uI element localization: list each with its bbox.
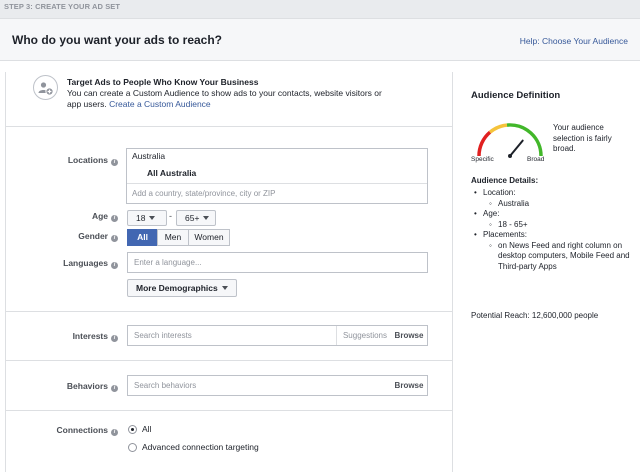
detail-placements-label: Placements: bbox=[471, 230, 636, 241]
divider bbox=[6, 311, 452, 312]
location-country: Australia bbox=[132, 151, 166, 161]
languages-label: Languages i bbox=[63, 258, 118, 269]
age-min-select[interactable]: 18 bbox=[127, 210, 167, 226]
info-icon[interactable]: i bbox=[111, 262, 118, 269]
panel-header: Who do you want your ads to reach? Help:… bbox=[0, 19, 640, 61]
audience-summary: Your audience selection is fairly broad. bbox=[553, 123, 612, 153]
info-icon[interactable]: i bbox=[111, 385, 118, 392]
divider bbox=[6, 410, 452, 411]
add-people-icon bbox=[33, 75, 58, 100]
interests-search-input[interactable]: Search interests bbox=[134, 331, 192, 340]
gender-label: Gender i bbox=[78, 231, 118, 242]
connections-advanced-radio[interactable] bbox=[128, 443, 137, 452]
audience-details-title: Audience Details: bbox=[471, 176, 539, 185]
page-title: Who do you want your ads to reach? bbox=[12, 33, 223, 47]
location-search-input[interactable]: Add a country, state/province, city or Z… bbox=[127, 183, 427, 204]
step-label: STEP 3: CREATE YOUR AD SET bbox=[4, 2, 121, 11]
age-label: Age i bbox=[92, 211, 118, 222]
gauge-needle bbox=[509, 139, 524, 157]
info-icon[interactable]: i bbox=[111, 235, 118, 242]
info-icon[interactable]: i bbox=[111, 159, 118, 166]
behaviors-search-input[interactable]: Search behaviors bbox=[134, 381, 196, 390]
interests-label: Interests i bbox=[73, 331, 118, 342]
detail-age-label: Age: bbox=[471, 209, 636, 220]
behaviors-search-field[interactable]: Search behaviors Browse bbox=[127, 375, 428, 396]
connections-all-radio[interactable] bbox=[128, 425, 137, 434]
gender-men-button[interactable]: Men bbox=[157, 229, 189, 246]
gauge-broad-label: Broad bbox=[527, 156, 545, 163]
age-dash: - bbox=[169, 211, 172, 221]
gauge-pivot bbox=[508, 154, 512, 158]
info-icon[interactable]: i bbox=[111, 215, 118, 222]
connections-label: Connections i bbox=[57, 425, 118, 436]
interests-browse-button[interactable]: Browse bbox=[391, 326, 427, 345]
info-icon[interactable]: i bbox=[111, 335, 118, 342]
gender-women-button[interactable]: Women bbox=[188, 229, 230, 246]
help-link[interactable]: Help: Choose Your Audience bbox=[520, 36, 628, 46]
language-input[interactable]: Enter a language... bbox=[127, 252, 428, 273]
chevron-down-icon bbox=[149, 216, 156, 220]
behaviors-label: Behaviors i bbox=[67, 381, 118, 392]
custom-audience-title: Target Ads to People Who Know Your Busin… bbox=[67, 77, 259, 87]
detail-location-label: Location: bbox=[471, 188, 636, 199]
connections-all-label[interactable]: All bbox=[142, 424, 151, 434]
audience-gauge-icon bbox=[477, 123, 543, 158]
location-selected[interactable]: All Australia bbox=[147, 168, 196, 178]
locations-box: Australia All Australia Add a country, s… bbox=[126, 148, 428, 204]
custom-audience-box: Target Ads to People Who Know Your Busin… bbox=[6, 72, 452, 127]
gauge-specific-label: Specific bbox=[471, 156, 494, 163]
chevron-down-icon bbox=[221, 286, 228, 290]
interests-search-field[interactable]: Search interests Suggestions Browse bbox=[127, 325, 428, 346]
detail-location-value: Australia bbox=[471, 199, 636, 210]
create-custom-audience-link[interactable]: Create a Custom Audience bbox=[109, 99, 211, 109]
audience-details-list: Location: Australia Age: 18 - 65+ Placem… bbox=[471, 188, 636, 272]
chevron-down-icon bbox=[203, 216, 210, 220]
connections-advanced-label[interactable]: Advanced connection targeting bbox=[142, 442, 259, 452]
custom-audience-description: You can create a Custom Audience to show… bbox=[67, 88, 382, 109]
age-max-select[interactable]: 65+ bbox=[176, 210, 216, 226]
potential-reach: Potential Reach: 12,600,000 people bbox=[471, 311, 599, 320]
audience-definition-title: Audience Definition bbox=[471, 90, 561, 101]
gender-selector: All Men Women bbox=[127, 229, 230, 246]
detail-placements-value: on News Feed and right column on desktop… bbox=[471, 241, 636, 273]
suggestions-button[interactable]: Suggestions bbox=[335, 326, 387, 345]
locations-label: Locations i bbox=[68, 155, 118, 166]
more-demographics-button[interactable]: More Demographics bbox=[127, 279, 237, 297]
behaviors-browse-button[interactable]: Browse bbox=[391, 376, 427, 395]
detail-age-value: 18 - 65+ bbox=[471, 220, 636, 231]
divider bbox=[6, 360, 452, 361]
info-icon[interactable]: i bbox=[111, 429, 118, 436]
targeting-form: Target Ads to People Who Know Your Busin… bbox=[5, 72, 453, 472]
gender-all-button[interactable]: All bbox=[127, 229, 158, 246]
ad-set-panel: Who do you want your ads to reach? Help:… bbox=[0, 18, 640, 472]
